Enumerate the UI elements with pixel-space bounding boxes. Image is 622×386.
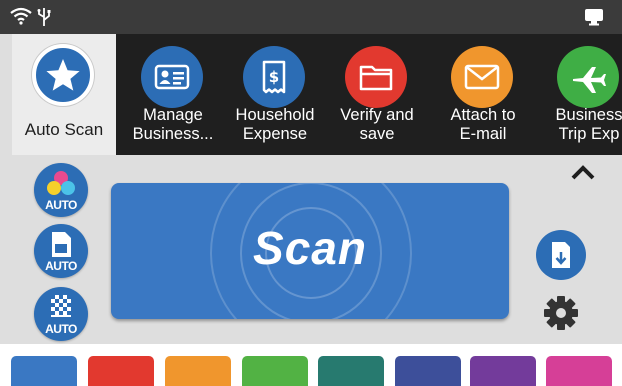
wifi-icon bbox=[10, 7, 32, 30]
color-swatch bbox=[395, 356, 461, 386]
profile-list: Manage Business... $ Household Expense V… bbox=[116, 34, 622, 155]
svg-text:$: $ bbox=[269, 68, 279, 86]
color-mode-label: AUTO bbox=[45, 198, 77, 212]
color-swatch bbox=[165, 356, 231, 386]
profile-label: Attach to E-mail bbox=[450, 106, 516, 143]
chevron-up-icon[interactable] bbox=[569, 163, 597, 186]
profile-attach-to-email[interactable]: Attach to E-mail bbox=[430, 34, 536, 155]
resolution-button[interactable]: AUTO bbox=[34, 287, 88, 341]
scan-button[interactable]: Scan bbox=[111, 183, 509, 319]
resolution-label: AUTO bbox=[45, 322, 77, 336]
profile-manage-business-cards[interactable]: Manage Business... bbox=[120, 34, 226, 155]
color-swatch bbox=[88, 356, 154, 386]
paper-size-button[interactable]: AUTO bbox=[34, 224, 88, 278]
screen-icon bbox=[584, 8, 604, 31]
auto-scan-label: Auto Scan bbox=[24, 120, 104, 139]
profile-business-trip-expense[interactable]: Business Trip Exp bbox=[536, 34, 622, 155]
envelope-icon bbox=[451, 46, 513, 108]
scanner-screen: Auto Scan Manage Business... $ Household… bbox=[0, 0, 622, 344]
color-swatch bbox=[11, 356, 77, 386]
business-card-icon bbox=[141, 46, 203, 108]
color-swatch bbox=[546, 356, 612, 386]
receipt-icon: $ bbox=[243, 46, 305, 108]
color-swatch bbox=[242, 356, 308, 386]
profile-household-expense[interactable]: $ Household Expense bbox=[222, 34, 328, 155]
profile-label: Business Trip Exp bbox=[555, 106, 622, 143]
airplane-icon bbox=[557, 46, 619, 108]
status-bar bbox=[0, 0, 622, 34]
color-swatch bbox=[318, 356, 384, 386]
star-icon bbox=[32, 44, 94, 106]
profile-label: Manage Business... bbox=[132, 106, 214, 143]
paper-size-label: AUTO bbox=[45, 259, 77, 273]
color-swatch bbox=[470, 356, 536, 386]
document-feed-button[interactable] bbox=[536, 230, 586, 280]
profile-label: Verify and save bbox=[340, 106, 414, 143]
scan-label: Scan bbox=[253, 222, 367, 274]
color-mode-button[interactable]: AUTO bbox=[34, 163, 88, 217]
usb-icon bbox=[37, 7, 51, 32]
folder-icon bbox=[345, 46, 407, 108]
auto-scan-tile[interactable]: Auto Scan bbox=[12, 34, 116, 155]
gear-icon[interactable] bbox=[541, 293, 581, 338]
profile-label: Household Expense bbox=[235, 106, 315, 143]
profile-verify-and-save[interactable]: Verify and save bbox=[324, 34, 430, 155]
